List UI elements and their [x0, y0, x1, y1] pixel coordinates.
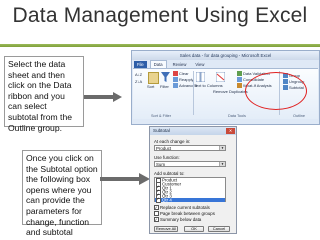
text-to-columns-label[interactable]: Text to Columns [194, 84, 223, 88]
sort-az-label: A↓Z [135, 72, 143, 77]
change-label: At each change in: [154, 139, 191, 144]
title-underline [0, 44, 320, 47]
advanced-icon [173, 83, 178, 89]
dialog-titlebar: Subtotal ✕ [150, 127, 236, 135]
page-break-label: Page break between groups [160, 211, 215, 216]
list-item[interactable]: Qtr 4 [155, 197, 225, 203]
sort-button-label[interactable]: Sort [147, 84, 154, 89]
clear-label: Clear [179, 71, 189, 76]
outline-highlight-circle [245, 72, 307, 110]
function-label: Use function: [154, 155, 180, 160]
replace-label: Replace current subtotals [160, 205, 210, 210]
data-validation-icon [237, 71, 242, 77]
filter-button-label[interactable]: Filter [160, 84, 169, 89]
chevron-down-icon: ▼ [219, 146, 225, 150]
add-subtotal-label: Add subtotal to: [154, 171, 185, 176]
group-separator [193, 71, 194, 115]
callout-subtotal-dialog: Once you click on the Subtotal option th… [22, 150, 102, 237]
change-value: Product [156, 146, 172, 151]
tab-data[interactable]: Data [149, 60, 167, 68]
tab-file[interactable]: File [134, 61, 147, 68]
ribbon-tabs: File Data Review View [132, 60, 319, 68]
consolidate-icon [237, 77, 242, 83]
checkbox[interactable] [156, 197, 161, 203]
callout-data-ribbon-text: Select the data sheet and then click on … [8, 59, 73, 133]
slide-title: Data Management Using Excel [12, 4, 308, 27]
callout-data-ribbon: Select the data sheet and then click on … [4, 56, 84, 133]
tab-review[interactable]: Review [170, 61, 190, 68]
excel-window-title: Sales data - for data grouping - Microso… [132, 51, 319, 60]
callout-subtotal-dialog-text: Once you click on the Subtotal option th… [26, 153, 98, 238]
remove-all-button[interactable]: Remove All [154, 226, 178, 232]
summary-below-option[interactable]: Summary below data [154, 217, 202, 223]
text-to-columns-icon[interactable] [196, 72, 205, 82]
tab-view[interactable]: View [192, 61, 207, 68]
reapply-icon [173, 77, 178, 83]
sort-icon[interactable] [148, 72, 159, 84]
ok-button[interactable]: OK [184, 226, 204, 232]
sort-az-button[interactable]: A↓Z [135, 72, 142, 77]
function-value: Sum [156, 162, 166, 167]
arrow-to-ribbon-icon [84, 92, 122, 102]
subtotal-dialog: Subtotal ✕ At each change in: Product ▼ … [149, 126, 237, 234]
filter-icon[interactable] [161, 72, 170, 82]
what-if-icon [237, 83, 242, 89]
function-select[interactable]: Sum ▼ [154, 161, 226, 167]
dialog-title: Subtotal [153, 128, 170, 133]
reapply-button[interactable]: Reapply [173, 77, 194, 83]
close-icon[interactable]: ✕ [226, 128, 235, 134]
clear-icon [173, 71, 178, 77]
arrow-to-dialog-icon [100, 173, 150, 185]
sort-filter-group-label: Sort & Filter [151, 114, 172, 118]
sort-za-button[interactable]: Z↓A [135, 79, 142, 84]
remove-duplicates-icon[interactable] [216, 72, 225, 82]
outline-group-label: Outline [293, 114, 306, 118]
sort-za-label: Z↓A [135, 79, 143, 84]
checkbox[interactable] [154, 217, 159, 223]
checkbox[interactable] [154, 205, 159, 211]
remove-duplicates-label[interactable]: Remove Duplicates [213, 90, 248, 94]
change-select[interactable]: Product ▼ [154, 145, 226, 151]
summary-label: Summary below data [160, 217, 202, 222]
page-break-option[interactable]: Page break between groups [154, 211, 215, 217]
replace-subtotals-option[interactable]: Replace current subtotals [154, 205, 210, 211]
clear-button[interactable]: Clear [173, 71, 189, 77]
field-list[interactable]: Product Customer Qtr 1 Qtr 2 Qtr 3 Qtr 4 [154, 177, 226, 203]
field-name: Qtr 4 [162, 197, 172, 203]
cancel-button[interactable]: Cancel [208, 226, 230, 232]
reapply-label: Reapply [179, 77, 194, 82]
chevron-down-icon: ▼ [219, 162, 225, 166]
data-tools-group-label: Data Tools [228, 114, 246, 118]
